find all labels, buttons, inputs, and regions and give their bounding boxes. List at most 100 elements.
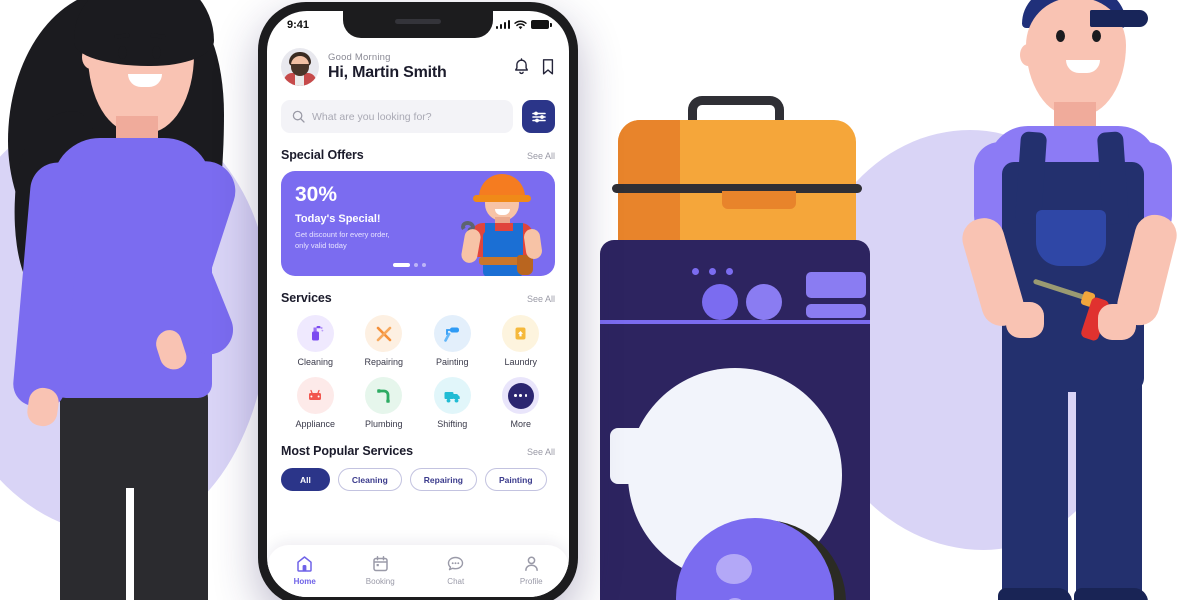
filter-button[interactable] — [522, 100, 555, 133]
service-label: Plumbing — [364, 419, 403, 429]
search-placeholder: What are you looking for? — [312, 110, 432, 123]
service-label: Repairing — [364, 357, 404, 367]
search-row: What are you looking for? — [281, 100, 555, 133]
repairman-bib-pocket — [1036, 210, 1106, 266]
repairman-ear — [1020, 44, 1036, 66]
service-item-appliance[interactable]: Appliance — [281, 377, 350, 429]
repairman-with-screwdriver-illustration — [940, 0, 1200, 600]
service-label: Cleaning — [297, 357, 334, 367]
search-icon — [292, 110, 305, 123]
toolbox-latch — [722, 191, 796, 209]
repairman-shoe-right — [1074, 588, 1148, 600]
washer-door-ring — [628, 368, 846, 600]
repairman-cap-brim — [1090, 10, 1148, 27]
washer-display-bar-bottom — [806, 304, 866, 318]
repairman-hand-right — [1098, 304, 1136, 340]
greeting-label: Good Morning — [328, 52, 391, 63]
tab-home[interactable]: Home — [267, 554, 343, 586]
status-time: 9:41 — [287, 18, 310, 31]
plumbing-pipe-icon — [365, 377, 403, 414]
appliance-tv-icon — [296, 377, 334, 414]
services-grid: Cleaning Repairing Painting Laundry Appl… — [281, 315, 555, 429]
service-item-plumbing[interactable]: Plumbing — [350, 377, 419, 429]
phone-screen: 9:41 Good Morning Hi, Martin Smith What … — [267, 11, 569, 597]
tab-label: Profile — [519, 577, 543, 586]
woman-hair-top — [74, 0, 214, 66]
chat-bubble-icon — [448, 556, 464, 571]
toolbox-side-panel — [618, 120, 680, 246]
more-dots-icon — [502, 377, 540, 414]
moving-truck-icon — [433, 377, 471, 414]
chip-cleaning[interactable]: Cleaning — [337, 468, 402, 491]
tab-label: Chat — [447, 577, 465, 586]
home-icon — [297, 556, 312, 572]
woman-leg-gap — [126, 488, 134, 600]
illustration-scene: 9:41 Good Morning Hi, Martin Smith What … — [0, 0, 1200, 600]
chip-painting[interactable]: Painting — [484, 468, 547, 491]
search-input[interactable]: What are you looking for? — [281, 100, 513, 133]
wifi-icon — [514, 20, 527, 29]
service-item-repairing[interactable]: Repairing — [350, 315, 419, 367]
service-label: Laundry — [504, 357, 538, 367]
page-title: Hi, Martin Smith — [328, 64, 447, 81]
battery-icon — [531, 20, 552, 29]
person-icon — [524, 556, 538, 571]
tab-chat[interactable]: Chat — [418, 554, 494, 586]
paint-roller-icon — [433, 315, 471, 352]
chip-repairing[interactable]: Repairing — [409, 468, 477, 491]
calendar-icon — [373, 556, 388, 572]
tab-booking[interactable]: Booking — [343, 554, 419, 586]
carousel-dot[interactable] — [414, 263, 418, 267]
tab-profile[interactable]: Profile — [494, 554, 570, 586]
filter-sliders-icon — [531, 111, 546, 122]
crossed-tools-icon — [365, 315, 403, 352]
screen-content: Good Morning Hi, Martin Smith What are y… — [267, 38, 569, 491]
service-item-more[interactable]: More — [487, 377, 556, 429]
bottom-navigation: Home Booking Chat Profile — [267, 545, 569, 597]
washer-knob-small — [746, 284, 782, 320]
popular-header: Most Popular Services See All — [281, 444, 555, 458]
carousel-dot[interactable] — [422, 263, 426, 267]
woman-standing-illustration — [0, 0, 270, 600]
woman-eye-right — [152, 46, 161, 59]
service-item-shifting[interactable]: Shifting — [418, 377, 487, 429]
service-item-cleaning[interactable]: Cleaning — [281, 315, 350, 367]
service-label: Painting — [435, 357, 469, 367]
services-header: Services See All — [281, 291, 555, 305]
special-offers-title: Special Offers — [281, 148, 364, 162]
repairman-hand-left — [1006, 302, 1044, 338]
popular-see-all[interactable]: See All — [527, 447, 555, 457]
washer-door-glass — [676, 518, 834, 600]
offer-banner[interactable]: 30% Today's Special! Get discount for ev… — [281, 171, 555, 276]
popular-title: Most Popular Services — [281, 444, 413, 458]
carousel-dots[interactable] — [393, 263, 426, 267]
carousel-dot-active[interactable] — [393, 263, 410, 267]
filter-chip-row: All Cleaning Repairing Painting — [281, 468, 555, 491]
washer-knob-large — [702, 284, 738, 320]
status-bar: 9:41 — [267, 11, 569, 38]
tab-label: Booking — [365, 577, 395, 586]
header-row: Good Morning Hi, Martin Smith — [281, 42, 555, 86]
service-item-laundry[interactable]: Laundry — [487, 315, 556, 367]
washer-glass-shine-large — [716, 554, 752, 584]
services-see-all[interactable]: See All — [527, 294, 555, 304]
service-label: More — [510, 419, 531, 429]
woman-hand-left — [25, 386, 61, 428]
woman-eye-left — [118, 46, 127, 59]
offer-description: Get discount for every order, only valid… — [295, 230, 390, 250]
notification-bell-icon[interactable] — [513, 58, 530, 76]
washer-indicator-lights — [692, 268, 733, 275]
washer-panel-divider — [600, 320, 870, 324]
repairman-shoe-left — [998, 588, 1072, 600]
signal-bars-icon — [495, 20, 510, 29]
repairman-eye-left — [1056, 30, 1065, 42]
cleaning-spray-icon — [296, 315, 334, 352]
repairman-eye-right — [1092, 30, 1101, 42]
bookmark-icon[interactable] — [541, 58, 555, 76]
user-avatar-photo[interactable] — [281, 48, 319, 86]
special-offers-see-all[interactable]: See All — [527, 151, 555, 161]
service-item-painting[interactable]: Painting — [418, 315, 487, 367]
chip-all[interactable]: All — [281, 468, 330, 491]
woman-pants — [60, 382, 208, 600]
special-offers-header: Special Offers See All — [281, 148, 555, 162]
